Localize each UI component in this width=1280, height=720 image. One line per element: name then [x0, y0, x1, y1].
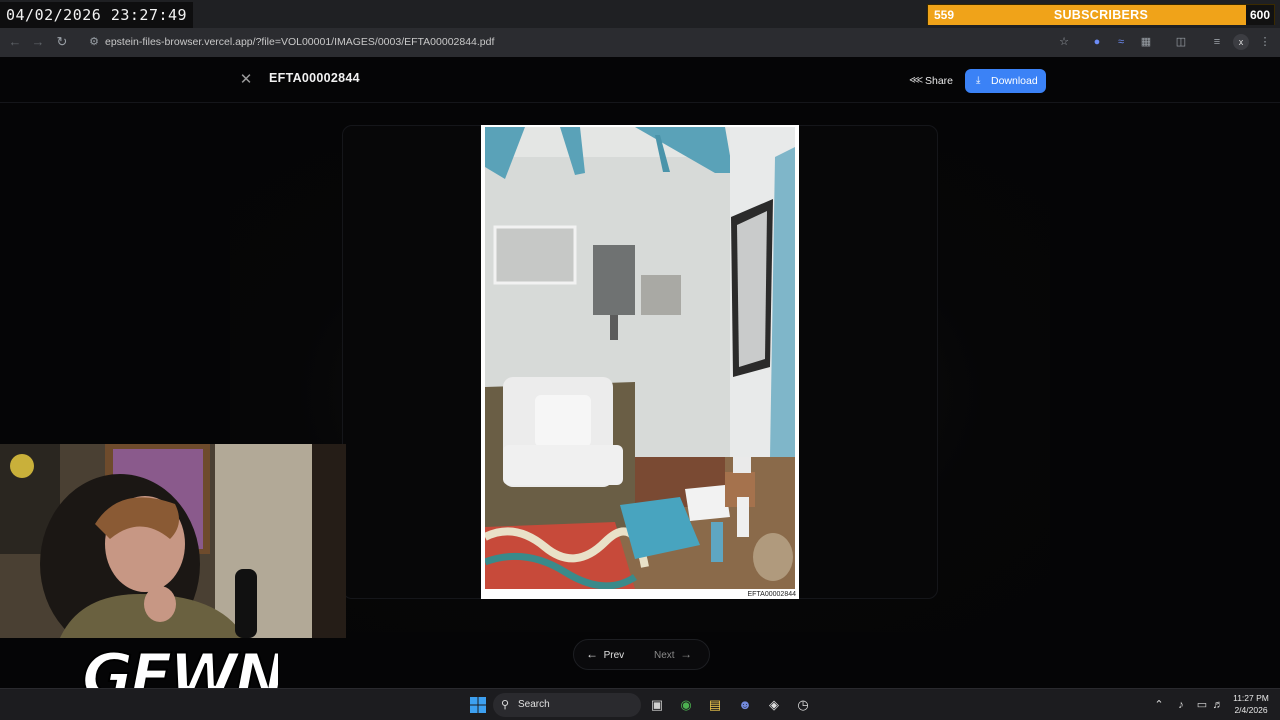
- extensions-puzzle-icon[interactable]: ▦: [1138, 34, 1154, 50]
- room-photo: [485, 127, 795, 589]
- extension-icon[interactable]: ●: [1089, 34, 1105, 50]
- system-time: 11:27 PM: [1233, 693, 1269, 703]
- profile-avatar[interactable]: x: [1233, 34, 1249, 50]
- left-arrow-icon: ←: [586, 647, 598, 661]
- share-button[interactable]: ⋘ Share: [900, 69, 956, 93]
- back-arrow-icon[interactable]: ←: [6, 33, 24, 51]
- download-icon: ⤓: [976, 75, 981, 86]
- browser-menu-icon[interactable]: ⋮: [1257, 34, 1273, 50]
- address-bar-url[interactable]: epstein-files-browser.vercel.app/?file=V…: [105, 31, 494, 54]
- webcam-overlay: [0, 444, 346, 638]
- app-icon[interactable]: ◈: [762, 693, 786, 717]
- stream-clock-overlay: 04/02/2026 23:27:49: [0, 2, 194, 28]
- room-photo-image: [485, 127, 795, 589]
- tray-overflow-icon[interactable]: ⌃: [1151, 697, 1167, 713]
- webcam-feed: [0, 444, 346, 638]
- document-title: EFTA00002844: [269, 71, 360, 85]
- display-icon[interactable]: ▭: [1194, 697, 1210, 713]
- address-bar[interactable]: ⚙ epstein-files-browser.vercel.app/?file…: [80, 31, 1080, 54]
- clock-app-icon[interactable]: ◷: [791, 693, 815, 717]
- prev-button[interactable]: ← Prev: [586, 640, 624, 669]
- browser-tab-strip: 04/02/2026 23:27:49 559 SUBSCRIBERS 600: [0, 0, 1280, 28]
- system-date: 2/4/2026: [1234, 705, 1268, 715]
- subscriber-goal-bar: 559 SUBSCRIBERS 600: [927, 4, 1275, 25]
- system-clock[interactable]: 11:27 PM 2/4/2026: [1226, 692, 1276, 716]
- file-explorer-icon[interactable]: ▤: [703, 693, 727, 717]
- volume-icon[interactable]: ♬: [1210, 697, 1226, 713]
- audio-extension-icon[interactable]: ≈: [1113, 34, 1129, 50]
- right-arrow-icon: →: [680, 647, 693, 661]
- microphone-icon[interactable]: ♪: [1173, 697, 1189, 713]
- media-control-icon[interactable]: ◫: [1173, 34, 1189, 50]
- site-info-icon[interactable]: ⚙: [86, 34, 102, 50]
- reading-list-icon[interactable]: ≡: [1209, 34, 1225, 50]
- page-id-stamp: EFTA00002844: [747, 591, 796, 598]
- subscriber-goal-label: SUBSCRIBERS: [1053, 8, 1149, 22]
- forward-arrow-icon[interactable]: →: [29, 33, 47, 51]
- windows-taskbar: ⚲ Search ▣ ◉ ▤ ☻ ◈ ◷ ⌃ ♪ ▭ ♬ 11:27 PM 2/…: [0, 688, 1280, 720]
- document-page: EFTA00002844: [481, 125, 799, 599]
- browser-toolbar: ← → ↻ ⚙ epstein-files-browser.vercel.app…: [0, 28, 1280, 57]
- search-icon: ⚲: [501, 699, 510, 711]
- windows-logo-icon: [470, 697, 486, 713]
- taskbar-search[interactable]: ⚲ Search: [493, 693, 641, 717]
- windows-start-icon[interactable]: [466, 693, 490, 717]
- prev-label: Prev: [603, 650, 625, 661]
- viewer-header: ✕ EFTA00002844 ⋘ Share ⤓ Download: [0, 57, 1280, 103]
- subscriber-goal-target: 600: [1246, 5, 1274, 25]
- share-icon: ⋘: [909, 75, 924, 86]
- download-label: Download: [991, 75, 1038, 87]
- chrome-icon[interactable]: ◉: [674, 693, 698, 717]
- share-label: Share: [925, 75, 954, 87]
- discord-icon[interactable]: ☻: [733, 693, 757, 717]
- download-button[interactable]: ⤓ Download: [965, 69, 1046, 93]
- close-icon[interactable]: ✕: [236, 70, 256, 90]
- next-label: Next: [654, 650, 675, 661]
- pager: ← Prev Next →: [573, 639, 710, 670]
- reload-icon[interactable]: ↻: [53, 33, 71, 51]
- taskbar-search-label: Search: [518, 699, 550, 710]
- screen: 04/02/2026 23:27:49 559 SUBSCRIBERS 600 …: [0, 0, 1280, 720]
- task-view-icon[interactable]: ▣: [645, 693, 669, 717]
- bookmark-star-icon[interactable]: ☆: [1056, 34, 1072, 50]
- next-button[interactable]: Next →: [654, 640, 692, 669]
